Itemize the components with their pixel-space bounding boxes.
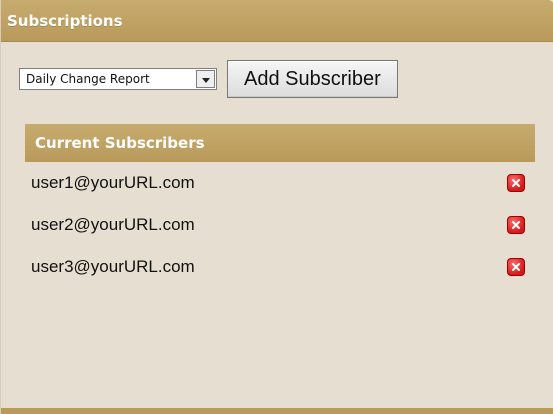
- remove-x-icon[interactable]: [507, 174, 525, 192]
- panel-bottom-bar: [1, 408, 553, 414]
- subscriber-email: user2@yourURL.com: [31, 215, 195, 234]
- subscription-controls: Daily Change Report Add Subscriber: [19, 60, 398, 98]
- panel-title: Subscriptions: [1, 0, 553, 42]
- subscriptions-panel: Subscriptions Daily Change Report Add Su…: [0, 0, 553, 414]
- chevron-down-icon: [201, 77, 210, 83]
- subscriber-row: user1@yourURL.com: [25, 162, 535, 204]
- subscriber-list: user1@yourURL.com user2@yourURL.com user…: [25, 162, 535, 288]
- subscriber-row: user3@yourURL.com: [25, 246, 535, 288]
- current-subscribers-section: Current Subscribers user1@yourURL.com us…: [25, 124, 535, 288]
- subscriber-email: user3@yourURL.com: [31, 257, 195, 276]
- dropdown-button[interactable]: [196, 70, 215, 88]
- subscriber-email: user1@yourURL.com: [31, 173, 195, 192]
- report-select[interactable]: Daily Change Report: [19, 68, 217, 90]
- add-subscriber-button[interactable]: Add Subscriber: [227, 60, 398, 98]
- current-subscribers-title: Current Subscribers: [25, 124, 535, 162]
- remove-x-icon[interactable]: [507, 216, 525, 234]
- subscriber-row: user2@yourURL.com: [25, 204, 535, 246]
- remove-x-icon[interactable]: [507, 258, 525, 276]
- report-select-value: Daily Change Report: [26, 72, 150, 86]
